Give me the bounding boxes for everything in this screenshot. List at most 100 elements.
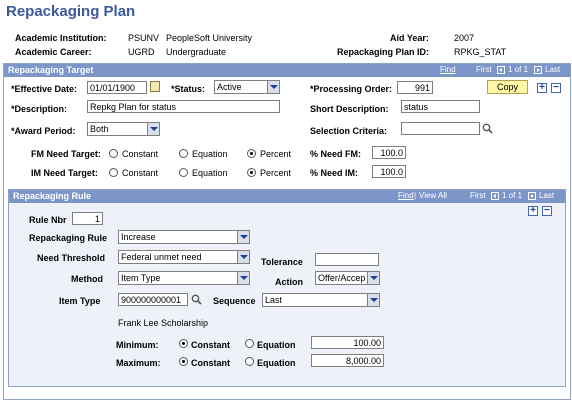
rule-find-link[interactable]: Find xyxy=(398,191,414,200)
method-select[interactable]: Item Type xyxy=(118,271,250,285)
repackaging-rule-select[interactable]: Increase xyxy=(118,230,250,244)
im-constant-label: Constant xyxy=(122,168,159,178)
effective-date-label: *Effective Date: xyxy=(11,84,78,94)
sequence-label: Sequence xyxy=(213,296,256,306)
minimum-constant-radio[interactable] xyxy=(179,339,188,348)
target-panel-title: Repackaging Target xyxy=(8,65,94,75)
tolerance-label: Tolerance xyxy=(261,257,303,267)
minimum-equation-radio[interactable] xyxy=(245,339,254,348)
institution-code: PSUNV xyxy=(128,33,160,43)
processing-order-label: *Processing Order: xyxy=(310,84,393,94)
add-row-icon[interactable]: + xyxy=(537,83,547,93)
item-type-input[interactable]: 900000000001 xyxy=(118,293,188,306)
pct-need-im-input[interactable]: 100.0 xyxy=(372,165,406,178)
search-icon[interactable] xyxy=(191,294,202,305)
fm-equation-label: Equation xyxy=(192,149,228,159)
target-panel-header: Repackaging Target Find First 1 of 1 Las… xyxy=(4,64,570,77)
target-range: 1 of 1 xyxy=(508,65,529,74)
im-equation-radio[interactable] xyxy=(179,168,188,177)
maximum-constant-radio[interactable] xyxy=(179,357,188,366)
search-icon[interactable] xyxy=(482,123,493,134)
pct-need-im-label: % Need IM: xyxy=(310,168,359,178)
copy-button[interactable]: Copy xyxy=(487,80,528,94)
rule-nbr-input[interactable]: 1 xyxy=(72,212,103,225)
rule-first-link[interactable]: First xyxy=(470,191,486,200)
maximum-equation-radio[interactable] xyxy=(245,357,254,366)
chevron-down-icon xyxy=(237,231,249,243)
chevron-down-icon xyxy=(237,272,249,284)
minimum-label: Minimum: xyxy=(116,340,159,350)
description-label: *Description: xyxy=(11,104,68,114)
effective-date-input[interactable]: 01/01/1900 xyxy=(87,81,147,94)
page-title: Repackaging Plan xyxy=(6,3,136,20)
im-percent-radio[interactable] xyxy=(247,168,256,177)
method-label: Method xyxy=(71,274,103,284)
delete-row-icon[interactable]: − xyxy=(551,83,561,93)
maximum-equation-label: Equation xyxy=(257,358,296,368)
fm-constant-radio[interactable] xyxy=(109,149,118,158)
target-last-link[interactable]: Last xyxy=(545,65,560,74)
aid-year-label: Aid Year: xyxy=(390,33,429,43)
target-next-icon[interactable] xyxy=(534,65,542,74)
fm-percent-radio[interactable] xyxy=(247,149,256,158)
calendar-icon[interactable] xyxy=(150,81,160,92)
fm-equation-radio[interactable] xyxy=(179,149,188,158)
im-constant-radio[interactable] xyxy=(109,168,118,177)
target-prev-icon[interactable] xyxy=(497,65,505,74)
fm-percent-label: Percent xyxy=(260,149,292,159)
im-need-target-label: IM Need Target: xyxy=(31,168,98,178)
rule-prev-icon[interactable] xyxy=(491,191,499,200)
chevron-down-icon xyxy=(367,272,379,284)
career-name: Undergraduate xyxy=(166,47,227,57)
maximum-constant-label: Constant xyxy=(191,358,230,368)
action-select[interactable]: Offer/Accep xyxy=(315,271,380,285)
repackaging-rule-label: Repackaging Rule xyxy=(29,233,108,243)
item-type-label: Item Type xyxy=(59,296,101,306)
award-period-label: *Award Period: xyxy=(11,126,76,136)
rule-view-all-link[interactable]: View All xyxy=(419,191,447,200)
minimum-equation-label: Equation xyxy=(257,340,296,350)
rule-panel-title: Repackaging Rule xyxy=(13,191,92,201)
plan-id-label: Repackaging Plan ID: xyxy=(337,47,430,57)
need-threshold-label: Need Threshold xyxy=(37,253,106,263)
target-find-link[interactable]: Find xyxy=(440,65,456,74)
add-rule-icon[interactable]: + xyxy=(528,206,538,216)
delete-rule-icon[interactable]: − xyxy=(542,206,552,216)
aid-year-value: 2007 xyxy=(454,33,475,43)
status-select[interactable]: Active xyxy=(214,80,280,94)
im-equation-label: Equation xyxy=(192,168,228,178)
selection-criteria-input[interactable] xyxy=(401,122,480,135)
status-label: *Status: xyxy=(171,84,206,94)
award-period-select[interactable]: Both xyxy=(87,122,160,136)
action-label: Action xyxy=(275,277,303,287)
plan-id-value: RPKG_STAT xyxy=(454,47,507,57)
fm-constant-label: Constant xyxy=(122,149,159,159)
chevron-down-icon xyxy=(237,251,249,263)
selection-criteria-label: Selection Criteria: xyxy=(310,126,388,136)
short-description-label: Short Description: xyxy=(310,104,389,114)
rule-last-link[interactable]: Last xyxy=(539,191,554,200)
career-label: Academic Career: xyxy=(15,47,92,57)
im-percent-label: Percent xyxy=(260,168,292,178)
short-description-input[interactable]: status xyxy=(401,100,480,113)
minimum-input[interactable]: 100.00 xyxy=(311,336,384,349)
sequence-select[interactable]: Last xyxy=(262,293,380,307)
minimum-constant-label: Constant xyxy=(191,340,230,350)
rule-nbr-label: Rule Nbr xyxy=(29,215,67,225)
maximum-label: Maximum: xyxy=(116,358,161,368)
chevron-down-icon xyxy=(367,294,379,306)
rule-panel-header: Repackaging Rule Find | View All First 1… xyxy=(9,190,565,203)
processing-order-input[interactable]: 991 xyxy=(397,81,433,94)
tolerance-input[interactable] xyxy=(315,253,379,266)
institution-name: PeopleSoft University xyxy=(166,33,253,43)
pct-need-fm-input[interactable]: 100.0 xyxy=(372,146,406,159)
chevron-down-icon xyxy=(267,81,279,93)
description-input[interactable]: Repkg Plan for status xyxy=(87,100,280,113)
need-threshold-select[interactable]: Federal unmet need xyxy=(118,250,250,264)
fm-need-target-label: FM Need Target: xyxy=(31,149,101,159)
rule-next-icon[interactable] xyxy=(528,191,536,200)
maximum-input[interactable]: 8,000.00 xyxy=(311,354,384,367)
target-first-link[interactable]: First xyxy=(476,65,492,74)
institution-label: Academic Institution: xyxy=(15,33,107,43)
pct-need-fm-label: % Need FM: xyxy=(310,149,362,159)
